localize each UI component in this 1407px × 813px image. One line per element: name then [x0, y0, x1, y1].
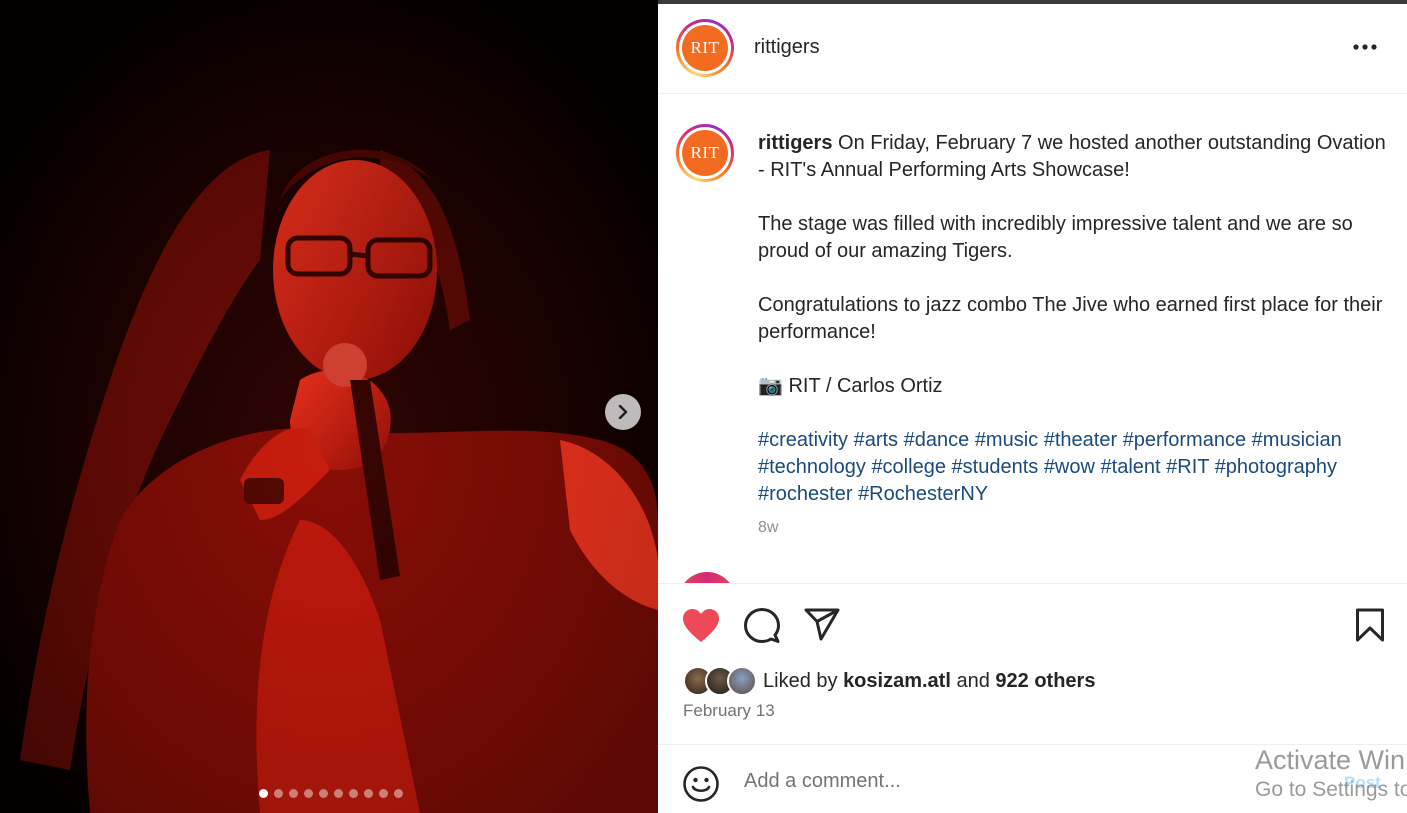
bookmark-icon[interactable]	[1355, 608, 1385, 642]
hashtag-link[interactable]: #music	[975, 429, 1038, 451]
caption-paragraph: Congratulations to jazz combo The Jive w…	[758, 294, 1383, 343]
caption-text: On Friday, February 7 we hosted another …	[758, 132, 1386, 181]
caption-avatar[interactable]: RIT	[676, 124, 734, 182]
carousel-dot	[334, 789, 343, 798]
activation-watermark: Activate Win Go to Settings to	[1255, 743, 1407, 803]
emoji-icon[interactable]	[682, 765, 720, 803]
hashtag-link[interactable]: #talent	[1101, 456, 1161, 478]
caption-username[interactable]: rittigers	[758, 132, 832, 154]
carousel-indicator	[259, 789, 403, 798]
carousel-dot	[364, 789, 373, 798]
hashtag-link[interactable]: #musician	[1252, 429, 1342, 451]
liker-avatar	[727, 666, 757, 696]
carousel-dot	[304, 789, 313, 798]
carousel-dot	[394, 789, 403, 798]
liker-avatars	[683, 666, 757, 696]
carousel-dot	[319, 789, 328, 798]
comment-icon[interactable]	[744, 608, 780, 644]
performer-photo	[0, 0, 658, 813]
hashtag-link[interactable]: #wow	[1044, 456, 1095, 478]
rit-logo: RIT	[682, 25, 728, 71]
hashtag-link[interactable]: #students	[952, 456, 1039, 478]
watermark-line-1: Activate Win	[1255, 745, 1406, 775]
caption-photo-credit: 📷 RIT / Carlos Ortiz	[758, 375, 943, 397]
header-username[interactable]: rittigers	[754, 36, 820, 59]
carousel-dot	[259, 789, 268, 798]
post-date[interactable]: February 13	[683, 701, 775, 721]
comment-input[interactable]	[742, 765, 1226, 797]
liked-others[interactable]: 922 others	[995, 670, 1095, 693]
comment-avatar[interactable]	[678, 572, 736, 583]
carousel-dot	[274, 789, 283, 798]
hashtag-link[interactable]: #creativity	[758, 429, 848, 451]
post-media[interactable]	[0, 0, 658, 813]
hashtag-link[interactable]: #RIT	[1166, 456, 1209, 478]
liked-by-label: Liked by	[763, 669, 838, 692]
hashtag-link[interactable]: #dance	[904, 429, 970, 451]
post-age[interactable]: 8w	[758, 519, 778, 537]
likes-summary[interactable]: Liked by kosizam.atl and 922 others	[683, 666, 1095, 696]
post-details-panel: RIT rittigers RIT rittigers On Friday, F…	[658, 4, 1407, 813]
watermark-line-2: Go to Settings to	[1255, 778, 1407, 801]
carousel-next-button[interactable]	[605, 394, 641, 430]
carousel-dot	[379, 789, 388, 798]
hashtag-link[interactable]: #photography	[1215, 456, 1337, 478]
heart-icon[interactable]	[682, 608, 720, 644]
hashtag-link[interactable]: #performance	[1123, 429, 1246, 451]
liked-and: and	[956, 669, 990, 692]
hashtag-link[interactable]: #college	[871, 456, 946, 478]
chevron-right-icon	[618, 405, 628, 419]
hashtag-link[interactable]: #theater	[1044, 429, 1117, 451]
caption-section: RIT rittigers On Friday, February 7 we h…	[658, 94, 1407, 583]
rit-logo: RIT	[682, 130, 728, 176]
hashtag-link[interactable]: #rochester	[758, 483, 853, 505]
avatar[interactable]: RIT	[676, 19, 734, 77]
hashtag-link[interactable]: #technology	[758, 456, 866, 478]
carousel-dot	[349, 789, 358, 798]
carousel-dot	[289, 789, 298, 798]
caption-paragraph: The stage was filled with incredibly imp…	[758, 213, 1353, 262]
hashtag-link[interactable]: #arts	[854, 429, 898, 451]
post-header: RIT rittigers	[658, 4, 1407, 94]
liked-user[interactable]: kosizam.atl	[843, 670, 951, 693]
post-caption: rittigers On Friday, February 7 we hoste…	[758, 130, 1390, 508]
more-options-icon[interactable]	[1352, 37, 1378, 57]
hashtag-list: #creativity #arts #dance #music #theater…	[758, 427, 1390, 508]
share-icon[interactable]	[804, 608, 840, 642]
hashtag-link[interactable]: #RochesterNY	[858, 483, 988, 505]
actions-section: Liked by kosizam.atl and 922 others Febr…	[658, 583, 1407, 745]
